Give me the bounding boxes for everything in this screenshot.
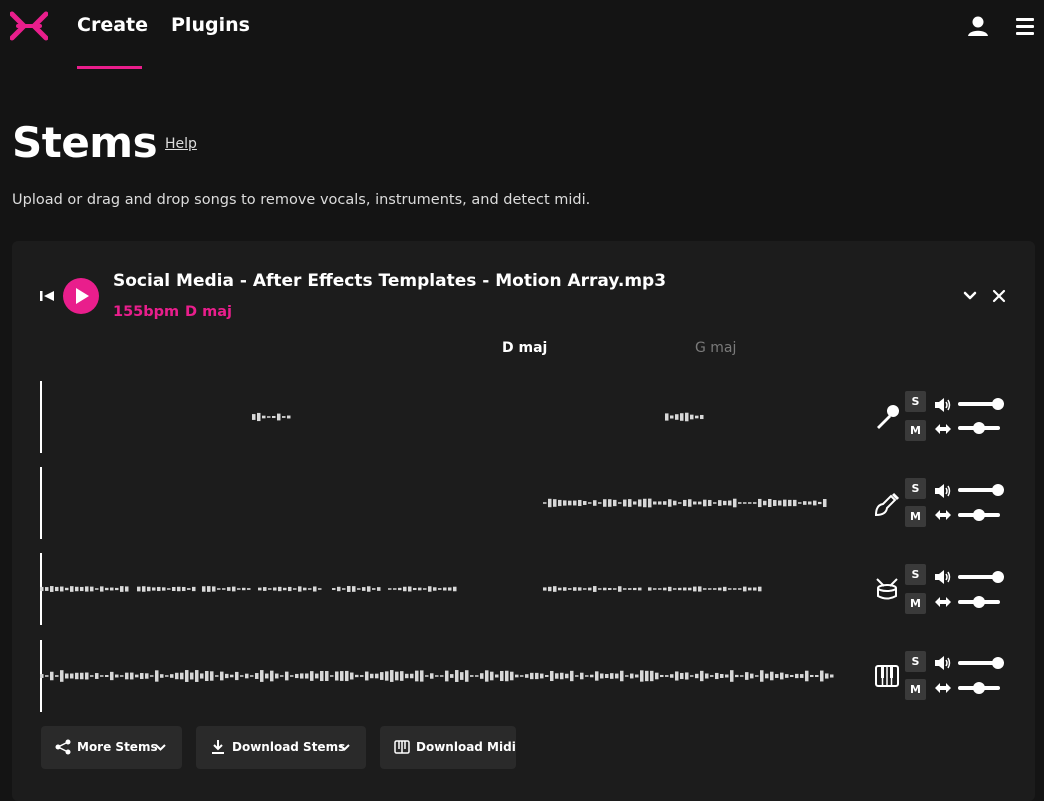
share-nodes-icon bbox=[55, 739, 71, 755]
microphone-icon bbox=[877, 405, 899, 429]
tab-plugins[interactable]: Plugins bbox=[171, 14, 250, 36]
download-midi-label: Download Midi bbox=[416, 740, 516, 754]
volume-slider[interactable] bbox=[958, 657, 1004, 669]
pan-slider[interactable] bbox=[958, 422, 1000, 434]
mute-button[interactable]: M bbox=[905, 593, 926, 614]
page-subtitle: Upload or drag and drop songs to remove … bbox=[12, 192, 591, 208]
play-icon bbox=[76, 288, 89, 304]
more-stems-button[interactable]: More Stems bbox=[41, 726, 182, 769]
chevron-down-icon bbox=[155, 744, 166, 751]
active-tab-indicator bbox=[77, 66, 142, 69]
pan-icon bbox=[935, 683, 951, 693]
pan-slider[interactable] bbox=[958, 682, 1000, 694]
mute-button[interactable]: M bbox=[905, 506, 926, 527]
pan-slider[interactable] bbox=[958, 509, 1000, 521]
play-button[interactable] bbox=[63, 278, 99, 314]
help-link[interactable]: Help bbox=[165, 136, 197, 152]
chevron-down-icon[interactable] bbox=[962, 288, 978, 304]
guitar-icon bbox=[874, 492, 900, 517]
tab-create[interactable]: Create bbox=[77, 14, 148, 36]
volume-icon bbox=[935, 656, 951, 670]
download-stems-button[interactable]: Download Stems bbox=[196, 726, 366, 769]
volume-icon bbox=[935, 570, 951, 584]
volume-slider[interactable] bbox=[958, 571, 1004, 583]
volume-slider[interactable] bbox=[958, 484, 1004, 496]
pan-icon bbox=[935, 597, 951, 607]
piano-icon bbox=[394, 740, 410, 754]
solo-button[interactable]: S bbox=[905, 391, 926, 412]
pan-icon bbox=[935, 510, 951, 520]
waveform-guitar[interactable] bbox=[40, 467, 840, 539]
piano-icon bbox=[875, 665, 899, 687]
volume-icon bbox=[935, 484, 951, 498]
drum-icon bbox=[876, 578, 898, 600]
waveform-vocals[interactable] bbox=[40, 381, 840, 453]
download-midi-button[interactable]: Download Midi bbox=[380, 726, 516, 769]
skip-back-icon[interactable] bbox=[40, 289, 55, 303]
solo-button[interactable]: S bbox=[905, 651, 926, 672]
track-key: D maj bbox=[185, 304, 232, 320]
download-stems-label: Download Stems bbox=[232, 740, 346, 754]
chord-label: D maj bbox=[502, 340, 548, 356]
more-stems-label: More Stems bbox=[77, 740, 158, 754]
mute-button[interactable]: M bbox=[905, 420, 926, 441]
page-title: Stems bbox=[12, 118, 158, 167]
download-icon bbox=[212, 740, 224, 754]
mute-button[interactable]: M bbox=[905, 679, 926, 700]
close-icon[interactable] bbox=[992, 289, 1006, 303]
volume-slider[interactable] bbox=[958, 398, 1004, 410]
track-title: Social Media - After Effects Templates -… bbox=[113, 271, 667, 291]
logo-icon[interactable] bbox=[10, 11, 48, 41]
chord-label: G maj bbox=[695, 340, 737, 356]
top-nav-bar: Create Plugins bbox=[0, 0, 1044, 70]
pan-slider[interactable] bbox=[958, 596, 1000, 608]
track-bpm: 155bpm bbox=[113, 304, 180, 320]
waveform-drums[interactable] bbox=[40, 553, 840, 625]
solo-button[interactable]: S bbox=[905, 564, 926, 585]
hamburger-menu-icon[interactable] bbox=[1014, 16, 1036, 36]
chevron-down-icon bbox=[339, 744, 350, 751]
volume-icon bbox=[935, 398, 951, 412]
solo-button[interactable]: S bbox=[905, 478, 926, 499]
waveform-piano[interactable] bbox=[40, 640, 840, 712]
pan-icon bbox=[935, 424, 951, 434]
user-icon[interactable] bbox=[967, 15, 989, 37]
